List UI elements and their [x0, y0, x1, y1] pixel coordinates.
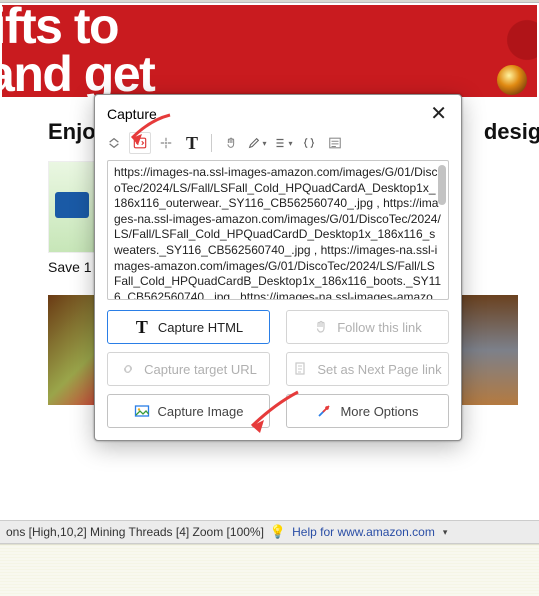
form-icon[interactable]: [324, 132, 346, 154]
text-icon: T: [134, 319, 150, 335]
capture-textarea[interactable]: https://images-na.ssl-images-amazon.com/…: [107, 160, 449, 300]
status-bar: ons [High,10,2] Mining Threads [4] Zoom …: [0, 520, 539, 544]
page-icon: [293, 361, 309, 377]
btn-label: More Options: [340, 404, 418, 419]
btn-label: Capture HTML: [158, 320, 243, 335]
btn-label: Capture Image: [158, 404, 244, 419]
html-icon[interactable]: [129, 132, 151, 154]
scrollbar-thumb[interactable]: [438, 165, 446, 205]
bottom-band: [0, 544, 539, 596]
next-page-button: Set as Next Page link: [286, 352, 449, 386]
text-icon[interactable]: T: [181, 132, 203, 154]
close-button[interactable]: ✕: [426, 101, 451, 126]
banner-text: h gifts to ve and get: [2, 5, 154, 97]
capture-url-button: Capture target URL: [107, 352, 270, 386]
promo-banner: h gifts to ve and get: [2, 5, 537, 97]
tools-icon: [316, 403, 332, 419]
help-link[interactable]: Help for www.amazon.com: [292, 525, 435, 539]
expand-icon[interactable]: [103, 132, 125, 154]
capture-image-button[interactable]: Capture Image: [107, 394, 270, 428]
banner-line2: ve and get: [2, 46, 154, 98]
btn-label: Capture target URL: [144, 362, 257, 377]
textarea-content: https://images-na.ssl-images-amazon.com/…: [114, 165, 441, 300]
headline-right: designe: [484, 119, 539, 145]
dialog-titlebar: Capture ✕: [95, 95, 461, 126]
capture-html-button[interactable]: T Capture HTML: [107, 310, 270, 344]
more-options-button[interactable]: More Options: [286, 394, 449, 428]
dropdown-icon[interactable]: ▾: [443, 527, 448, 538]
status-text: ons [High,10,2] Mining Threads [4] Zoom …: [6, 525, 264, 539]
capture-toolbar: T: [95, 126, 461, 158]
pencil-icon[interactable]: [246, 132, 268, 154]
separator: [211, 134, 212, 152]
target-icon[interactable]: [155, 132, 177, 154]
follow-link-button: Follow this link: [286, 310, 449, 344]
dialog-title: Capture: [107, 106, 157, 122]
bulb-icon: 💡: [270, 524, 286, 540]
btn-label: Set as Next Page link: [317, 362, 441, 377]
list-icon[interactable]: [272, 132, 294, 154]
hand-icon[interactable]: [220, 132, 242, 154]
button-grid: T Capture HTML Follow this link Capture …: [95, 310, 461, 440]
braces-icon[interactable]: [298, 132, 320, 154]
image-icon: [134, 403, 150, 419]
hand-icon: [313, 319, 329, 335]
capture-dialog: Capture ✕ T https://images-na.ssl: [94, 94, 462, 441]
link-icon: [120, 361, 136, 377]
btn-label: Follow this link: [337, 320, 422, 335]
decor-ornament: [497, 65, 527, 95]
